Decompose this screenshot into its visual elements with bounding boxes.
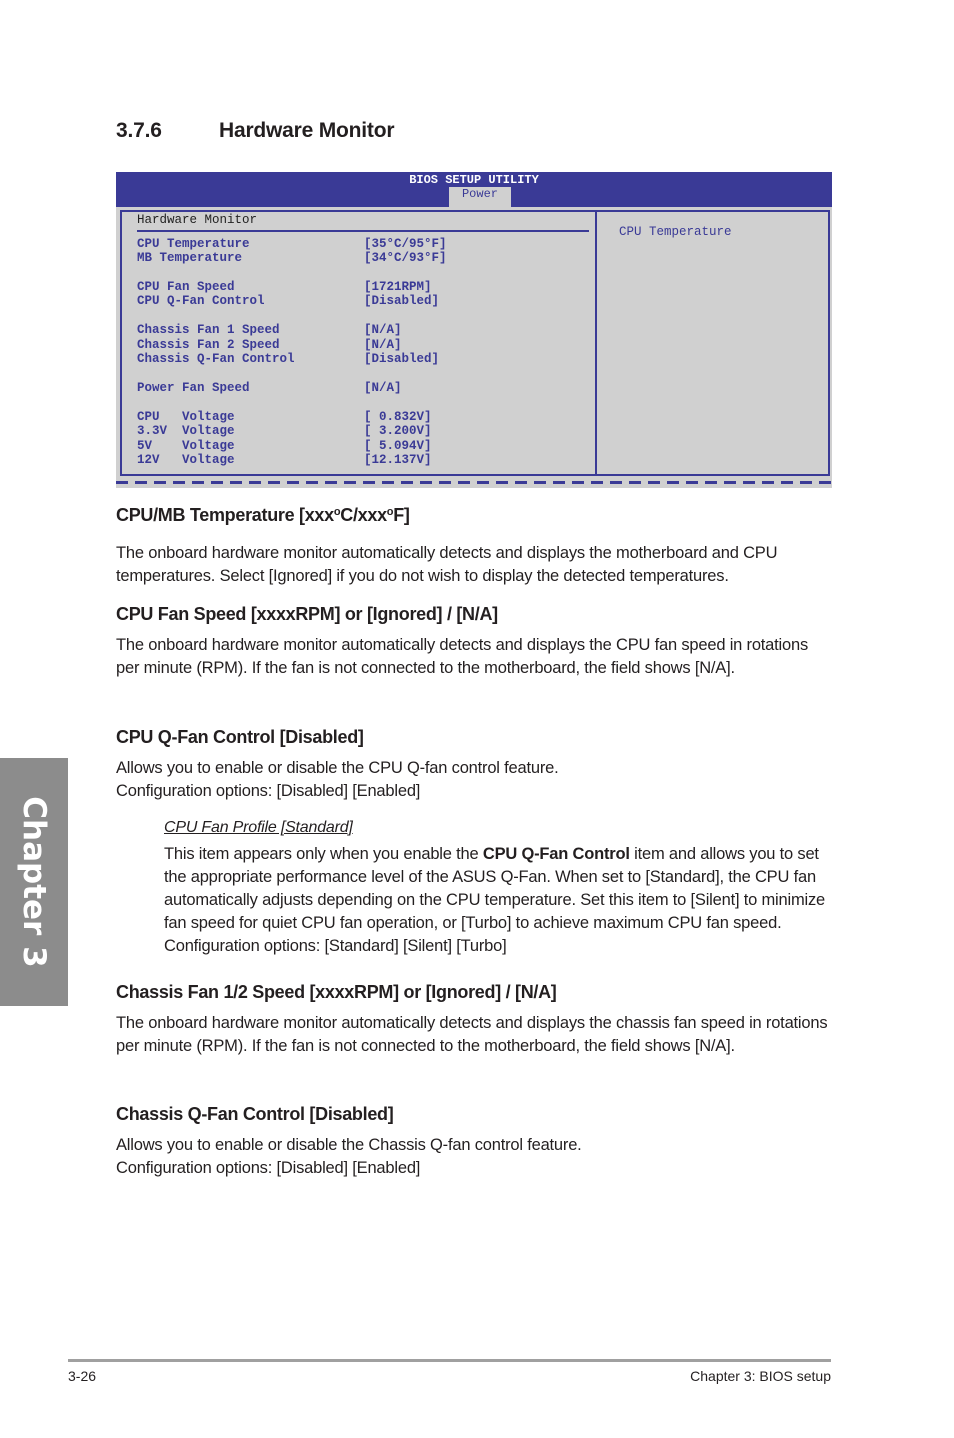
section-heading: 3.7.6 Hardware Monitor — [116, 119, 395, 143]
bios-value: [N/A] — [364, 338, 402, 352]
heading-cpu-mb-temperature: CPU/MB Temperature [xxxoC/xxxoF] — [116, 505, 410, 525]
subheading-cpu-fan-profile: CPU Fan Profile [Standard] — [164, 819, 353, 836]
bios-value: [34°C/93°F] — [364, 251, 447, 265]
tab-power[interactable]: Power — [449, 187, 511, 207]
heading-cpu-qfan-control: CPU Q-Fan Control [Disabled] — [116, 727, 364, 747]
chapter-tab: Chapter 3 — [0, 758, 68, 1006]
desc-cpu-qfan-control-2: Configuration options: [Disabled] [Enabl… — [116, 782, 421, 800]
bios-title: BIOS SETUP UTILITY — [409, 173, 539, 187]
footer-divider — [68, 1359, 831, 1362]
bios-item-chassis-qfan-control[interactable]: Chassis Q-Fan Control [Disabled] — [137, 352, 439, 366]
bios-help-text: CPU Temperature — [619, 225, 732, 239]
bios-value: [Disabled] — [364, 352, 440, 366]
footer-chapter: Chapter 3: BIOS setup — [690, 1368, 831, 1384]
bios-value: [Disabled] — [364, 294, 440, 308]
bios-item-power-fan-speed[interactable]: Power Fan Speed [N/A] — [137, 381, 402, 395]
bios-value: [ 3.200V] — [364, 424, 432, 438]
desc-cpu-fan-speed: The onboard hardware monitor automatical… — [116, 636, 809, 677]
heading-cpu-fan-speed: CPU Fan Speed [xxxxRPM] or [Ignored] / [… — [116, 604, 498, 624]
bios-item-chassis-fan-2-speed[interactable]: Chassis Fan 2 Speed [N/A] — [137, 338, 402, 352]
bios-item-3v3-voltage[interactable]: 3.3V Voltage[ 3.200V] — [137, 424, 432, 438]
bios-value: [1721RPM] — [364, 280, 432, 294]
section-title: Hardware Monitor — [219, 119, 395, 142]
bios-item-mb-temperature[interactable]: MB Temperature [34°C/93°F] — [137, 251, 447, 265]
heading-chassis-fan-speed: Chassis Fan 1/2 Speed [xxxxRPM] or [Igno… — [116, 982, 557, 1002]
section-number: 3.7.6 — [116, 119, 162, 142]
page-number: 3-26 — [68, 1368, 97, 1384]
bios-value: [12.137V] — [364, 453, 432, 467]
bios-value: [N/A] — [364, 381, 402, 395]
bios-item-chassis-fan-1-speed[interactable]: Chassis Fan 1 Speed [N/A] — [137, 323, 402, 337]
bios-help-panel: CPU Temperature — [595, 210, 830, 476]
bios-item-cpu-temperature[interactable]: CPU Temperature [35°C/95°F] — [137, 237, 447, 251]
bios-dashed-border — [116, 481, 832, 484]
desc-cpu-mb-temperature: The onboard hardware monitor automatical… — [116, 544, 778, 585]
bios-item-12v-voltage[interactable]: 12V Voltage [12.137V] — [137, 453, 432, 467]
bios-panel-title: Hardware Monitor — [137, 213, 258, 227]
desc-chassis-qfan-control-1: Allows you to enable or disable the Chas… — [116, 1136, 582, 1154]
bios-value: [ 5.094V] — [364, 439, 432, 453]
desc-chassis-qfan-control-2: Configuration options: [Disabled] [Enabl… — [116, 1159, 421, 1177]
bios-screenshot: BIOS SETUP UTILITY Power Hardware Monito… — [116, 172, 832, 488]
heading-chassis-qfan-control: Chassis Q-Fan Control [Disabled] — [116, 1104, 394, 1124]
bios-item-cpu-voltage[interactable]: CPU Voltage[ 0.832V] — [137, 410, 432, 424]
desc-cpu-qfan-control-1: Allows you to enable or disable the CPU … — [116, 759, 559, 777]
bios-value: [N/A] — [364, 323, 402, 337]
desc-chassis-fan-speed: The onboard hardware monitor automatical… — [116, 1014, 828, 1055]
bios-value: [35°C/95°F] — [364, 237, 447, 251]
bios-header: BIOS SETUP UTILITY Power — [116, 172, 832, 207]
bios-item-5v-voltage[interactable]: 5V Voltage[ 5.094V] — [137, 439, 432, 453]
bios-item-cpu-fan-speed[interactable]: CPU Fan Speed [1721RPM] — [137, 280, 432, 294]
chapter-tab-label: Chapter 3 — [16, 796, 52, 968]
bios-divider — [137, 230, 589, 232]
bios-item-cpu-qfan-control[interactable]: CPU Q-Fan Control [Disabled] — [137, 294, 439, 308]
bios-value: [ 0.832V] — [364, 410, 432, 424]
bios-main-panel: Hardware Monitor CPU Temperature [35°C/95… — [120, 210, 597, 476]
desc-cpu-fan-profile: This item appears only when you enable t… — [164, 845, 825, 955]
